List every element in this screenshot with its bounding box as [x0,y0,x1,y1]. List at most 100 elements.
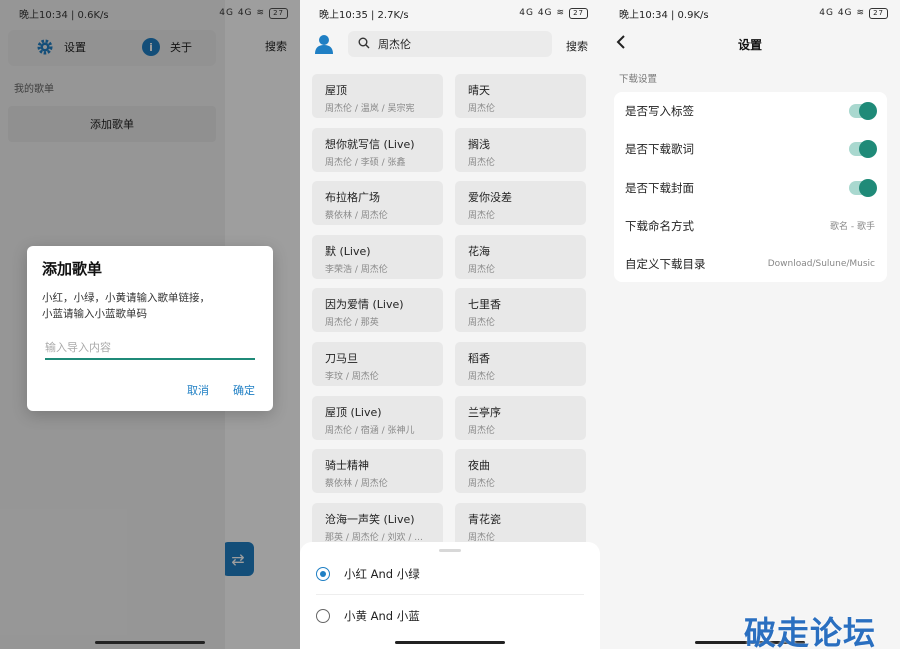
battery-icon: 27 [269,7,288,19]
battery-icon: 27 [569,7,588,19]
status-icons: 4G 4G ≋ 27 [219,7,288,19]
song-artist: 周杰伦 / 那英 [325,318,379,329]
dialog-message-line2: 小蓝请输入小蓝歌单码 [42,308,147,320]
song-artist: 那英 / 周杰伦 / 刘欢 / ... [325,532,423,543]
settings-row[interactable]: 是否写入标签 [625,101,877,121]
song-card[interactable]: 爱你没差 周杰伦 [455,181,586,226]
toggle-switch[interactable] [849,140,877,159]
status-bar: 晚上10:34 | 0.6K/s 4G 4G ≋ 27 [0,0,300,26]
song-title: 屋顶 [325,84,347,97]
song-card[interactable]: 沧海一声笑 (Live) 那英 / 周杰伦 / 刘欢 / ... [312,502,443,547]
song-title: 青花瓷 [468,512,501,526]
song-title: 夜曲 [468,459,490,473]
radio-checked-icon[interactable] [316,567,330,581]
dialog-title: 添加歌单 [42,260,103,278]
song-artist: 周杰伦 [468,479,496,490]
song-title: 沧海一声笑 (Live) [325,512,415,526]
song-card[interactable]: 默 (Live) 李荣浩 / 周杰伦 [312,234,443,279]
panel-settings: 晚上10:34 | 0.9K/s 4G 4G ≋ 27 设置 下载设置 是否写入… [600,0,900,649]
song-artist: 周杰伦 [468,211,496,222]
song-card[interactable]: 夜曲 周杰伦 [455,449,586,494]
song-title: 稻香 [468,352,490,365]
wifi-icon: ≋ [556,8,566,18]
battery-icon: 27 [869,7,888,19]
song-title: 屋顶 (Live) [325,405,382,419]
status-icons: 4G 4G ≋ 27 [819,7,888,19]
song-artist: 李荣浩 / 周杰伦 [325,264,388,275]
song-artist: 周杰伦 [468,104,496,114]
settings-row-label: 是否下载封面 [625,180,694,195]
source-option-label: 小红 And 小绿 [344,567,420,581]
dialog-actions: 取消 确定 [187,382,255,398]
song-artist: 蔡依林 / 周杰伦 [325,211,388,222]
song-card[interactable]: 花海 周杰伦 [455,234,586,279]
song-title: 默 (Live) [325,244,371,258]
add-playlist-dialog: 添加歌单 小红，小绿，小黄请输入歌单链接， 小蓝请输入小蓝歌单码 取消 确定 [27,246,273,411]
source-option-2[interactable]: 小黄 And 小蓝 [316,608,420,624]
song-title: 想你就写信 (Live) [325,137,415,151]
song-card[interactable]: 屋顶 (Live) 周杰伦 / 宿涵 / 张神儿 [312,395,443,440]
download-settings-label: 下载设置 [619,74,658,85]
song-artist: 周杰伦 [468,532,496,543]
import-content-input[interactable] [45,338,255,360]
song-artist: 周杰伦 / 宿涵 / 张神儿 [325,425,415,436]
signal-icon: 4G 4G [219,8,253,18]
page-title: 设置 [737,38,762,52]
user-avatar-icon[interactable] [315,34,333,54]
song-card[interactable]: 七里香 周杰伦 [455,288,586,333]
song-title: 搁浅 [468,137,490,151]
song-artist: 周杰伦 [468,372,496,382]
song-title: 兰亭序 [468,405,501,419]
source-option-1[interactable]: 小红 And 小绿 [316,566,420,582]
song-card[interactable]: 骑士精神 蔡依林 / 周杰伦 [312,449,443,494]
wifi-icon: ≋ [856,8,866,18]
watermark-logo: 破走论坛 [744,614,877,652]
toggle-switch[interactable] [849,178,877,197]
song-card[interactable]: 布拉格广场蔡依林 / 周杰伦 [312,181,443,226]
song-card[interactable]: 想你就写信 (Live) 周杰伦 / 李硕 / 张鑫 [312,127,443,172]
divider [316,594,584,595]
song-card[interactable]: 刀马旦 李玟 / 周杰伦 [312,342,443,386]
song-artist: 周杰伦 / 温岚 / 吴宗宪 [325,104,415,114]
song-card[interactable]: 因为爱情 (Live) 周杰伦 / 那英 [312,288,443,333]
toggle-switch[interactable] [849,102,877,120]
settings-row[interactable]: 自定义下载目录 Download/Sulune/Music [625,254,875,274]
settings-row[interactable]: 是否下载封面 [625,178,877,198]
signal-icon: 4G 4G [819,8,853,18]
sheet-handle[interactable] [439,549,461,552]
song-card[interactable]: 兰亭序 周杰伦 [455,395,586,440]
search-bar[interactable]: 周杰伦 [348,31,552,57]
song-artist: 周杰伦 [468,318,496,329]
settings-row-value: 歌名 - 歌手 [830,222,875,233]
home-indicator[interactable] [395,641,505,644]
song-card[interactable]: 搁浅 周杰伦 [455,127,586,172]
song-card[interactable]: 屋顶周杰伦 / 温岚 / 吴宗宪 [312,74,443,118]
song-artist: 蔡依林 / 周杰伦 [325,479,388,490]
status-time: 晚上10:34 | 0.6K/s [19,9,109,21]
search-button[interactable]: 搜索 [566,38,588,54]
home-indicator[interactable] [95,641,205,644]
settings-row-label: 是否写入标签 [625,104,694,118]
search-input[interactable]: 周杰伦 [378,36,411,52]
search-icon [358,37,370,52]
settings-row-label: 下载命名方式 [625,218,694,233]
source-select-sheet: 小红 And 小绿 小黄 And 小蓝 [300,542,600,649]
settings-row[interactable]: 下载命名方式 歌名 - 歌手 [625,216,875,236]
radio-unchecked-icon[interactable] [316,609,330,623]
settings-row-label: 是否下载歌词 [625,142,694,157]
song-title: 刀马旦 [325,352,358,365]
song-card[interactable]: 青花瓷 周杰伦 [455,502,586,547]
song-card[interactable]: 稻香 周杰伦 [455,342,586,386]
settings-row-label: 自定义下载目录 [625,257,706,272]
song-title: 七里香 [468,298,501,312]
song-title: 爱你没差 [468,191,512,205]
panel-search-results: 晚上10:35 | 2.7K/s 4G 4G ≋ 27 周杰伦 搜索 屋顶 周杰伦… [300,0,600,649]
status-icons: 4G 4G ≋ 27 [519,7,588,19]
settings-list: 是否写入标签 是否下载歌词 是否下载封面 下载命名方式 歌名 - 歌手自定义下载目录 Do… [614,92,887,282]
confirm-button[interactable]: 确定 [233,382,255,398]
song-card[interactable]: 晴天 周杰伦 [455,74,586,118]
settings-row[interactable]: 是否下载歌词 [625,139,877,159]
cancel-button[interactable]: 取消 [187,382,209,398]
song-title: 因为爱情 (Live) [325,298,404,312]
song-title: 布拉格广场 [325,191,380,205]
